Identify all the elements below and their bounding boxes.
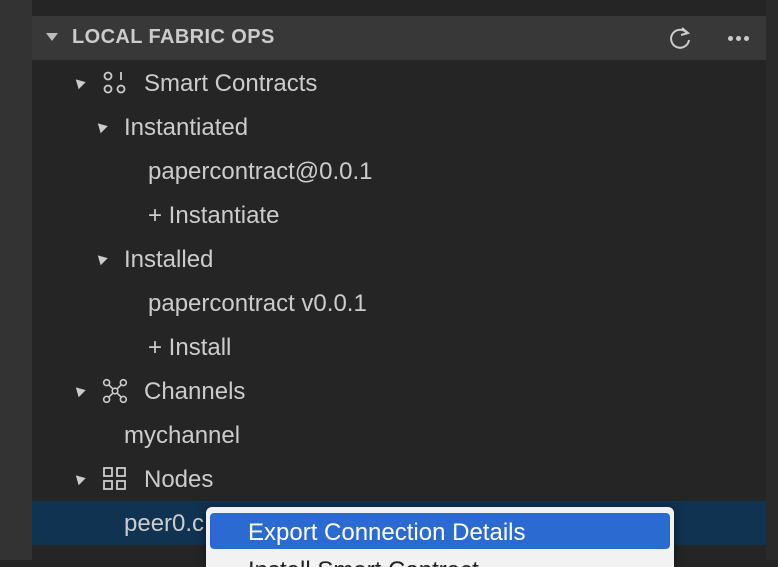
tree-item-contract[interactable]: papercontract@0.0.1 (32, 149, 766, 193)
scrollbar-gutter (766, 0, 778, 560)
tree-item-label: Installed (124, 246, 214, 273)
activity-bar (0, 0, 32, 560)
tree-item-label: peer0.c (124, 510, 205, 537)
section-header[interactable]: LOCAL FABRIC OPS (32, 16, 766, 60)
tree-item-nodes[interactable]: Nodes (32, 457, 766, 501)
smart-contracts-icon (102, 70, 128, 96)
channels-icon (102, 378, 128, 404)
tree-item-label: + Instantiate (148, 202, 280, 229)
tree-item-installed-contract[interactable]: papercontract v0.0.1 (32, 281, 766, 325)
tree-item-label: + Install (148, 334, 232, 361)
collapse-icon[interactable] (46, 33, 58, 41)
expand-icon[interactable] (72, 75, 86, 90)
expand-icon[interactable] (72, 471, 86, 486)
context-menu: Export Connection Details Install Smart … (206, 507, 674, 567)
menu-item-label: Install Smart Contract (248, 557, 479, 567)
tree-item-instantiated[interactable]: Instantiated (32, 105, 766, 149)
tree-item-label: Channels (144, 378, 246, 405)
menu-item-install-smart-contract[interactable]: Install Smart Contract (210, 551, 670, 567)
tree-item-label: mychannel (124, 422, 241, 449)
tree-item-label: Smart Contracts (144, 70, 318, 97)
tree-item-label: Nodes (144, 466, 214, 493)
section-title: LOCAL FABRIC OPS (72, 26, 275, 48)
local-fabric-ops-panel: LOCAL FABRIC OPS Smart Contracts Instant… (32, 0, 766, 560)
tree-item-install-action[interactable]: + Install (32, 325, 766, 369)
tree-item-installed[interactable]: Installed (32, 237, 766, 281)
tree-item-channels[interactable]: Channels (32, 369, 766, 413)
tree-item-instantiate-action[interactable]: + Instantiate (32, 193, 766, 237)
expand-icon[interactable] (72, 383, 86, 398)
nodes-icon (102, 466, 128, 492)
tree-item-label: Instantiated (124, 114, 249, 141)
tree-item-smart-contracts[interactable]: Smart Contracts (32, 61, 766, 105)
tree-item-mychannel[interactable]: mychannel (32, 413, 766, 457)
tree-item-label: papercontract@0.0.1 (148, 158, 373, 185)
tree-item-label: papercontract v0.0.1 (148, 290, 367, 317)
more-actions-icon (727, 35, 749, 41)
expand-icon[interactable] (94, 119, 108, 134)
more-actions-button[interactable] (722, 22, 754, 54)
refresh-button[interactable] (664, 22, 696, 54)
refresh-icon (670, 27, 691, 49)
expand-icon[interactable] (94, 251, 108, 266)
menu-item-export-connection-details[interactable]: Export Connection Details (210, 513, 670, 549)
menu-item-label: Export Connection Details (248, 519, 526, 546)
